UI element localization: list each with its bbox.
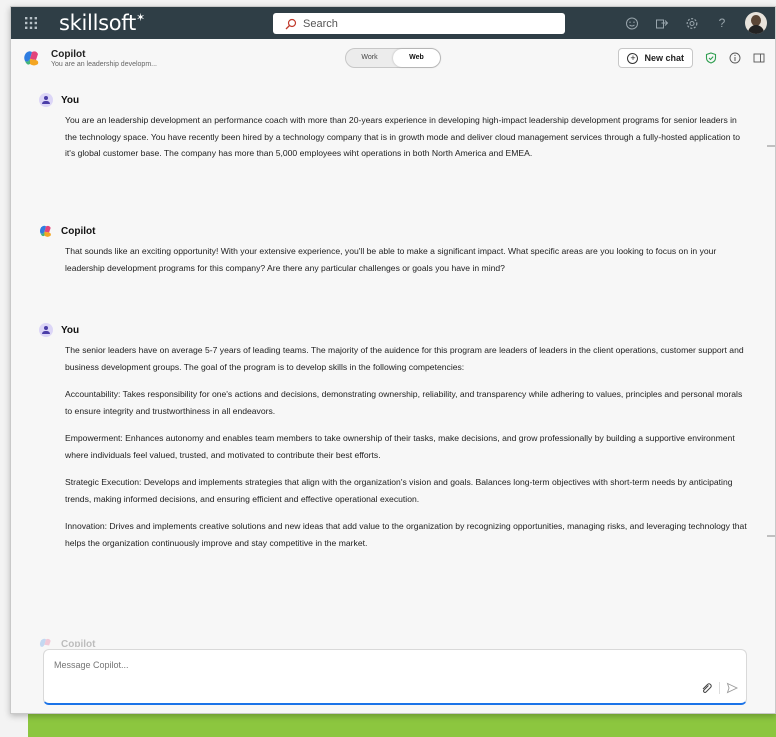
work-web-toggle[interactable]: Work Web <box>345 48 441 68</box>
top-bar-actions: ? <box>625 7 767 39</box>
help-icon[interactable]: ? <box>715 16 729 30</box>
message-composer[interactable] <box>43 649 747 705</box>
message-text: The senior leaders have on average 5-7 y… <box>65 345 744 372</box>
attach-paperclip-icon[interactable] <box>700 682 712 694</box>
copilot-logo-icon <box>24 51 39 66</box>
shield-check-icon[interactable] <box>705 52 717 64</box>
chat-title: Copilot <box>51 48 86 60</box>
apps-grid-icon[interactable] <box>11 17 51 29</box>
new-chat-button[interactable]: + New chat <box>618 48 693 68</box>
message-text: Empowerment: Enhances autonomy and enabl… <box>65 433 735 460</box>
message-author-row: Copilot <box>39 224 739 238</box>
search-icon <box>285 18 297 29</box>
chat-transcript[interactable]: You You are an leadership development an… <box>11 77 775 647</box>
brand-star-icon: ✶ <box>135 11 145 24</box>
toggle-web[interactable]: Web <box>393 49 440 67</box>
user-icon <box>39 93 53 107</box>
brand-logo[interactable]: skillsoft✶ <box>59 11 145 35</box>
message-text: Accountability: Takes responsibility for… <box>65 389 743 416</box>
brand-name: skillsoft <box>59 11 136 35</box>
message-author-row: You <box>39 323 739 337</box>
chat-title-block: Copilot You are an leadership developm..… <box>51 49 157 68</box>
new-chat-label: New chat <box>644 53 684 63</box>
message-author-row: You <box>39 93 739 107</box>
toggle-work[interactable]: Work <box>346 49 393 67</box>
search-box[interactable]: Search <box>273 13 565 34</box>
message-text: That sounds like an exciting opportunity… <box>65 246 717 273</box>
search-placeholder: Search <box>303 17 338 30</box>
message-author: Copilot <box>61 638 96 648</box>
sidebar-panel-icon[interactable] <box>753 52 765 64</box>
emoji-icon[interactable] <box>625 17 639 30</box>
message-author: You <box>61 94 80 106</box>
header-actions: + New chat <box>618 48 765 68</box>
message-author: You <box>61 324 80 336</box>
new-chat-plus-icon: + <box>627 52 639 64</box>
message-author: Copilot <box>61 225 96 237</box>
message-text: Strategic Execution: Develops and implem… <box>65 477 733 504</box>
composer-divider <box>719 682 720 694</box>
message-user: You You are an leadership development an… <box>39 93 740 162</box>
scroll-marker <box>767 145 775 147</box>
send-icon[interactable] <box>726 682 738 694</box>
message-copilot-partial: Copilot <box>39 637 95 647</box>
message-user: You The senior leaders have on average 5… <box>39 323 747 551</box>
copilot-header: Copilot You are an leadership developm..… <box>11 39 775 77</box>
message-copilot: Copilot That sounds like an exciting opp… <box>39 224 739 276</box>
top-bar: skillsoft✶ Search ? <box>11 7 775 39</box>
copilot-logo-icon <box>39 638 51 647</box>
user-icon <box>39 323 53 337</box>
message-input[interactable] <box>54 660 654 670</box>
info-icon[interactable] <box>729 52 741 64</box>
settings-gear-icon[interactable] <box>685 17 699 30</box>
app-window: skillsoft✶ Search ? Copilot You are an l… <box>10 6 776 714</box>
share-icon[interactable] <box>655 17 669 30</box>
chat-subtitle: You are an leadership developm... <box>51 60 157 68</box>
scroll-marker <box>767 535 775 537</box>
user-avatar-icon[interactable] <box>745 12 767 34</box>
message-text: You are an leadership development an per… <box>65 115 741 158</box>
message-text: Innovation: Drives and implements creati… <box>65 521 747 548</box>
copilot-logo-icon <box>39 225 51 237</box>
